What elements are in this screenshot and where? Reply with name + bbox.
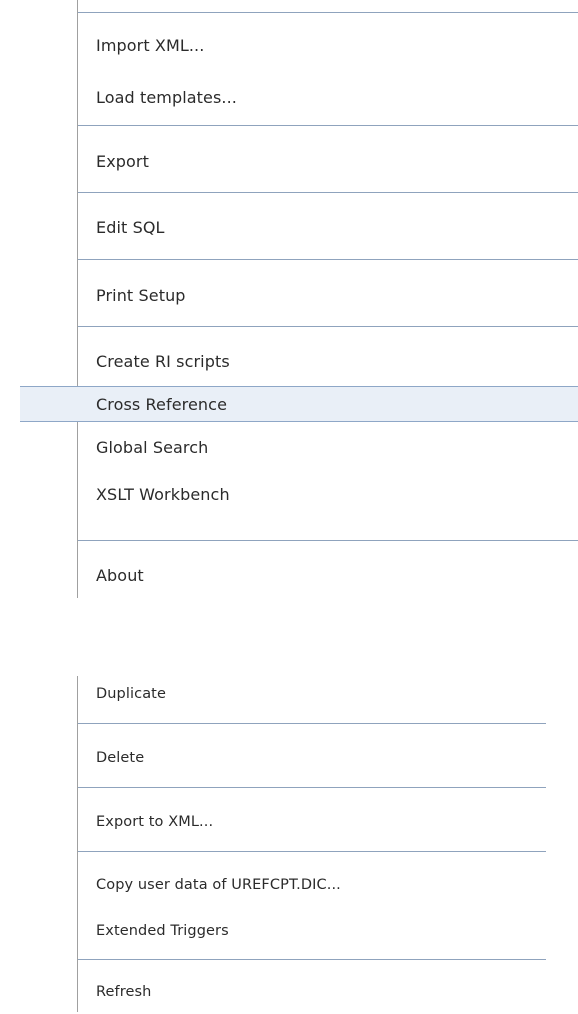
menu-item-about[interactable]: About: [78, 560, 578, 590]
menu-item-print-setup[interactable]: Print Setup: [78, 280, 578, 310]
menu-item-label: Create RI scripts: [96, 351, 230, 371]
menu-item-label: XSLT Workbench: [96, 484, 230, 504]
menu-item-label: Refresh: [96, 984, 152, 1000]
menu-separator: [78, 192, 578, 193]
menu-item-label: About: [96, 565, 144, 585]
menu-item-edit-sql[interactable]: Edit SQL: [78, 212, 578, 242]
menu-item-import-xml[interactable]: Import XML...: [78, 30, 578, 60]
menu-item-label: Export to XML...: [96, 814, 214, 830]
menu-item-duplicate[interactable]: Duplicate: [78, 680, 546, 708]
menu-separator: [78, 787, 546, 788]
menu-separator: [78, 259, 578, 260]
menu-separator: [78, 125, 578, 126]
menu-item-create-ri-scripts[interactable]: Create RI scripts: [78, 346, 578, 376]
menu-item-label: Export: [96, 151, 149, 171]
menu-item-delete[interactable]: Delete: [78, 744, 546, 772]
context-menu: Duplicate Delete Export to XML... Copy u…: [0, 676, 578, 1014]
menu-item-label: Import XML...: [96, 35, 205, 55]
menu-item-refresh[interactable]: Refresh: [78, 978, 546, 1006]
menu-item-label: Global Search: [96, 437, 209, 457]
menu-item-label: Edit SQL: [96, 217, 165, 237]
menu-item-extended-triggers[interactable]: Extended Triggers: [78, 917, 546, 945]
menu-item-label: Print Setup: [96, 285, 186, 305]
menu-item-copy-user-data[interactable]: Copy user data of UREFCPT.DIC...: [78, 871, 546, 899]
menu-item-global-search[interactable]: Global Search: [78, 432, 578, 462]
menu-item-xslt-workbench[interactable]: XSLT Workbench: [78, 479, 578, 509]
main-menu: Import XML... Load templates... Export E…: [0, 0, 578, 600]
menu-item-cross-reference[interactable]: Cross Reference: [20, 386, 578, 422]
menu-item-load-templates[interactable]: Load templates...: [78, 82, 578, 112]
menu-item-label: Delete: [96, 750, 145, 766]
menu-separator: [78, 540, 578, 541]
menu-separator: [78, 12, 578, 13]
menu-separator: [78, 723, 546, 724]
menu-separator: [78, 851, 546, 852]
menu-item-label: Extended Triggers: [96, 923, 229, 939]
menu-separator: [78, 959, 546, 960]
menu-separator: [78, 326, 578, 327]
menu-item-export[interactable]: Export: [78, 146, 578, 176]
menu-item-export-to-xml[interactable]: Export to XML...: [78, 808, 546, 836]
menu-item-label: Duplicate: [96, 686, 166, 702]
menu-item-label: Copy user data of UREFCPT.DIC...: [96, 877, 341, 893]
menu-item-label: Load templates...: [96, 87, 237, 107]
menu-left-border: [77, 676, 78, 1012]
menu-item-label: Cross Reference: [96, 394, 228, 414]
